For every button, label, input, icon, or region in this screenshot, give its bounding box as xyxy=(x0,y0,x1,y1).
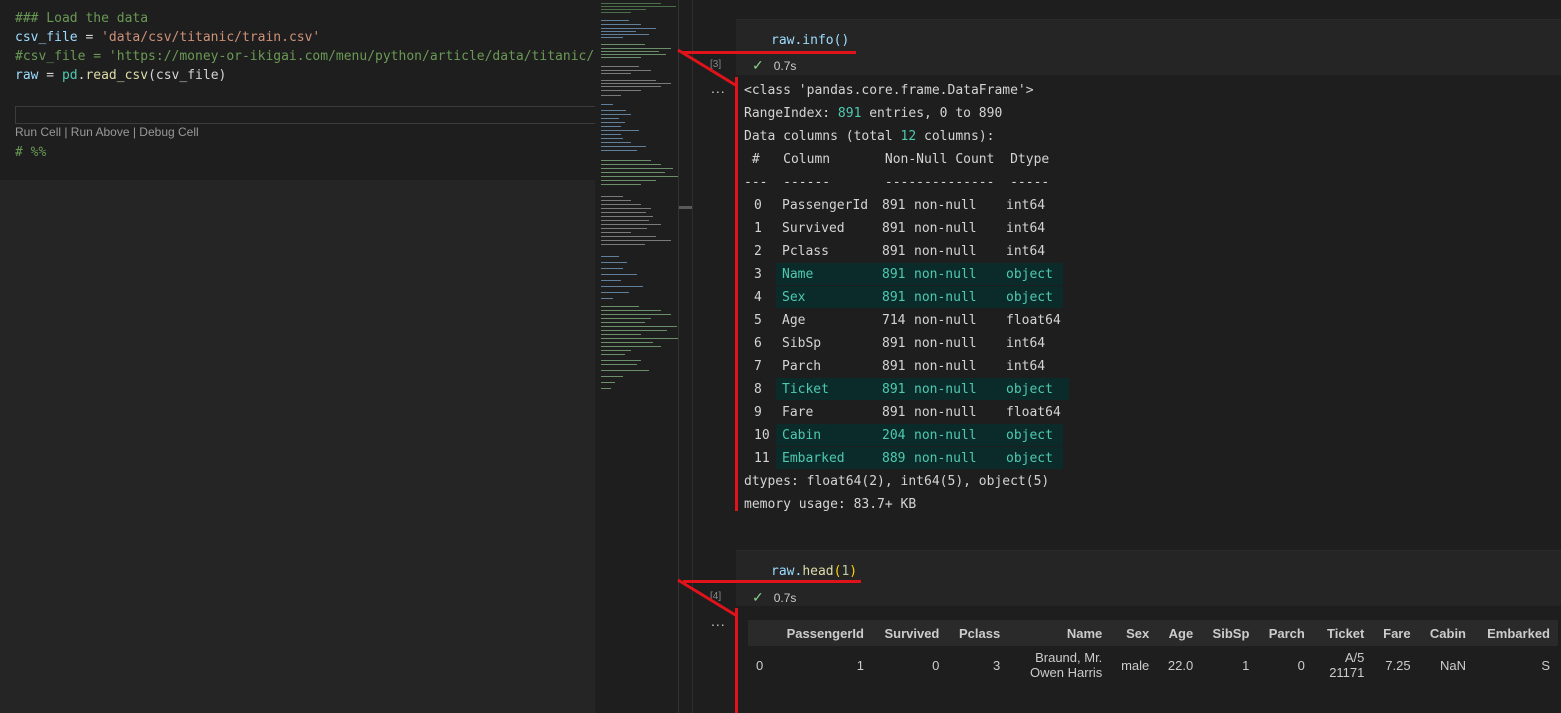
annotation-diagonals xyxy=(677,48,738,618)
